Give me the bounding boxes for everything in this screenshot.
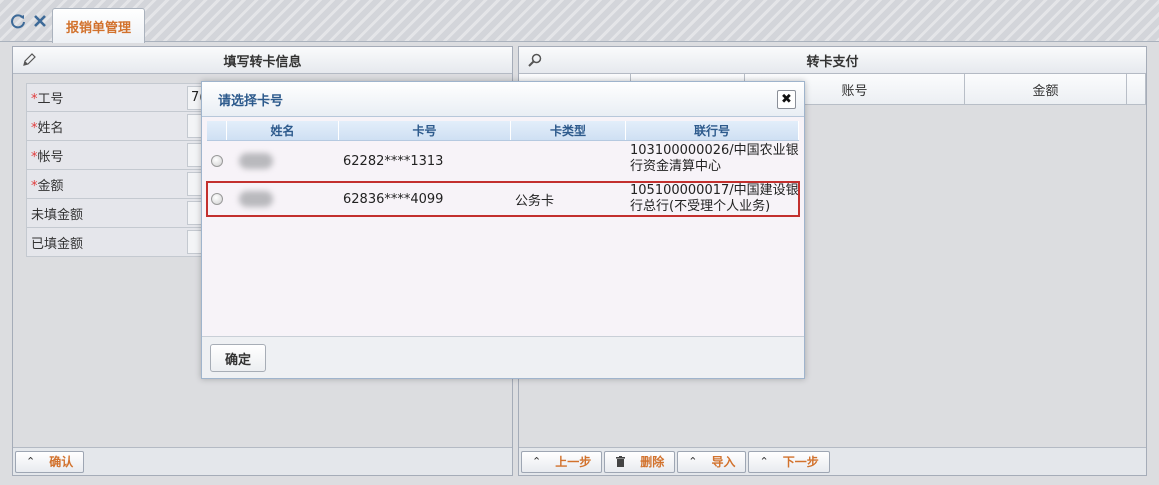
table-row[interactable]: 62282****1313 103100000026/中国农业银 行资金清算中心 bbox=[207, 141, 799, 181]
chevron-up-icon: ⌃ bbox=[688, 455, 698, 468]
delete-button[interactable]: 删除 bbox=[604, 450, 676, 473]
card-info-form: *工号 7( *姓名 *帐号 *金额 未填金额 已填金额 bbox=[26, 83, 217, 257]
form-row-filled-amount: 已填金额 bbox=[26, 228, 217, 257]
card-number-cell: 62836****4099 bbox=[343, 191, 444, 207]
chevron-up-icon: ⌃ bbox=[759, 455, 769, 468]
ok-button[interactable]: 确定 bbox=[210, 344, 266, 372]
column-header-select bbox=[207, 121, 227, 140]
trash-icon bbox=[616, 455, 626, 467]
row-radio[interactable] bbox=[211, 193, 223, 205]
form-row-employee-id: *工号 7( bbox=[26, 83, 217, 112]
column-header-bank-line-number[interactable]: 联行号 bbox=[626, 121, 799, 140]
row-radio[interactable] bbox=[211, 155, 223, 167]
next-step-button[interactable]: ⌃ 下一步 bbox=[748, 450, 830, 473]
tab-tools bbox=[10, 13, 48, 29]
field-label: 已填金额 bbox=[31, 236, 84, 252]
column-header-blank bbox=[1127, 74, 1146, 104]
field-label: 帐号 bbox=[37, 149, 64, 165]
bank-line-number-cell: 103100000026/中国农业银 行资金清算中心 bbox=[630, 143, 799, 174]
panel-title: 转卡支付 bbox=[806, 54, 859, 70]
dialog-footer: 确定 bbox=[202, 336, 804, 378]
chevron-up-icon: ⌃ bbox=[532, 455, 542, 468]
card-grid-header: 姓名 卡号 卡类型 联行号 bbox=[207, 121, 799, 141]
close-icon[interactable] bbox=[32, 13, 48, 29]
form-row-amount: *金额 bbox=[26, 170, 217, 199]
dialog-close-button[interactable]: ✖ bbox=[777, 90, 796, 109]
panel-header: 转卡支付 bbox=[519, 47, 1146, 74]
form-row-unfilled-amount: 未填金额 bbox=[26, 199, 217, 228]
table-row[interactable]: 62836****4099 公务卡 105100000017/中国建设银 行总行… bbox=[206, 181, 800, 217]
panel-footer: ⌃ 上一步 删除 ⌃ 导入 ⌃ 下一步 bbox=[519, 447, 1146, 475]
tab-reimbursement-management[interactable]: 报销单管理 bbox=[52, 8, 145, 43]
bank-line-number-cell: 105100000017/中国建设银 行总行(不受理个人业务) bbox=[630, 183, 799, 214]
dialog-header: 请选择卡号 ✖ bbox=[202, 82, 804, 117]
confirm-button[interactable]: ⌃ 确认 bbox=[15, 450, 85, 473]
refresh-icon[interactable] bbox=[10, 13, 26, 29]
dialog-title: 请选择卡号 bbox=[218, 93, 284, 109]
pencil-icon bbox=[23, 53, 36, 66]
blurred-name bbox=[239, 191, 273, 207]
card-type-cell bbox=[511, 141, 626, 181]
select-card-dialog: 请选择卡号 ✖ 姓名 卡号 卡类型 联行号 62282****1313 1031… bbox=[201, 81, 805, 379]
panel-title: 填写转卡信息 bbox=[223, 54, 302, 70]
card-grid: 姓名 卡号 卡类型 联行号 62282****1313 103100000026… bbox=[206, 121, 800, 217]
card-type-cell: 公务卡 bbox=[515, 193, 555, 209]
field-label: 工号 bbox=[37, 92, 64, 107]
cardholder-name-cell bbox=[227, 181, 339, 217]
form-row-account: *帐号 bbox=[26, 141, 217, 170]
blurred-name bbox=[239, 153, 273, 169]
column-header-card-type[interactable]: 卡类型 bbox=[511, 121, 626, 140]
search-icon bbox=[528, 53, 542, 67]
cardholder-name-cell bbox=[227, 141, 339, 181]
field-label: 姓名 bbox=[37, 120, 64, 136]
panel-footer: ⌃ 确认 bbox=[13, 447, 512, 475]
field-label: 金额 bbox=[37, 178, 64, 194]
tab-bar: 报销单管理 bbox=[0, 0, 1159, 43]
prev-step-button[interactable]: ⌃ 上一步 bbox=[521, 450, 603, 473]
column-header-amount[interactable]: 金额 bbox=[965, 74, 1127, 104]
column-header-name[interactable]: 姓名 bbox=[227, 121, 339, 140]
panel-header: 填写转卡信息 bbox=[13, 47, 512, 74]
chevron-up-icon: ⌃ bbox=[26, 455, 36, 468]
card-number-cell: 62282****1313 bbox=[343, 153, 444, 169]
import-button[interactable]: ⌃ 导入 bbox=[677, 450, 747, 473]
field-label: 未填金额 bbox=[31, 207, 84, 223]
column-header-card-number[interactable]: 卡号 bbox=[339, 121, 511, 140]
close-icon: ✖ bbox=[781, 92, 792, 107]
form-row-name: *姓名 bbox=[26, 112, 217, 141]
